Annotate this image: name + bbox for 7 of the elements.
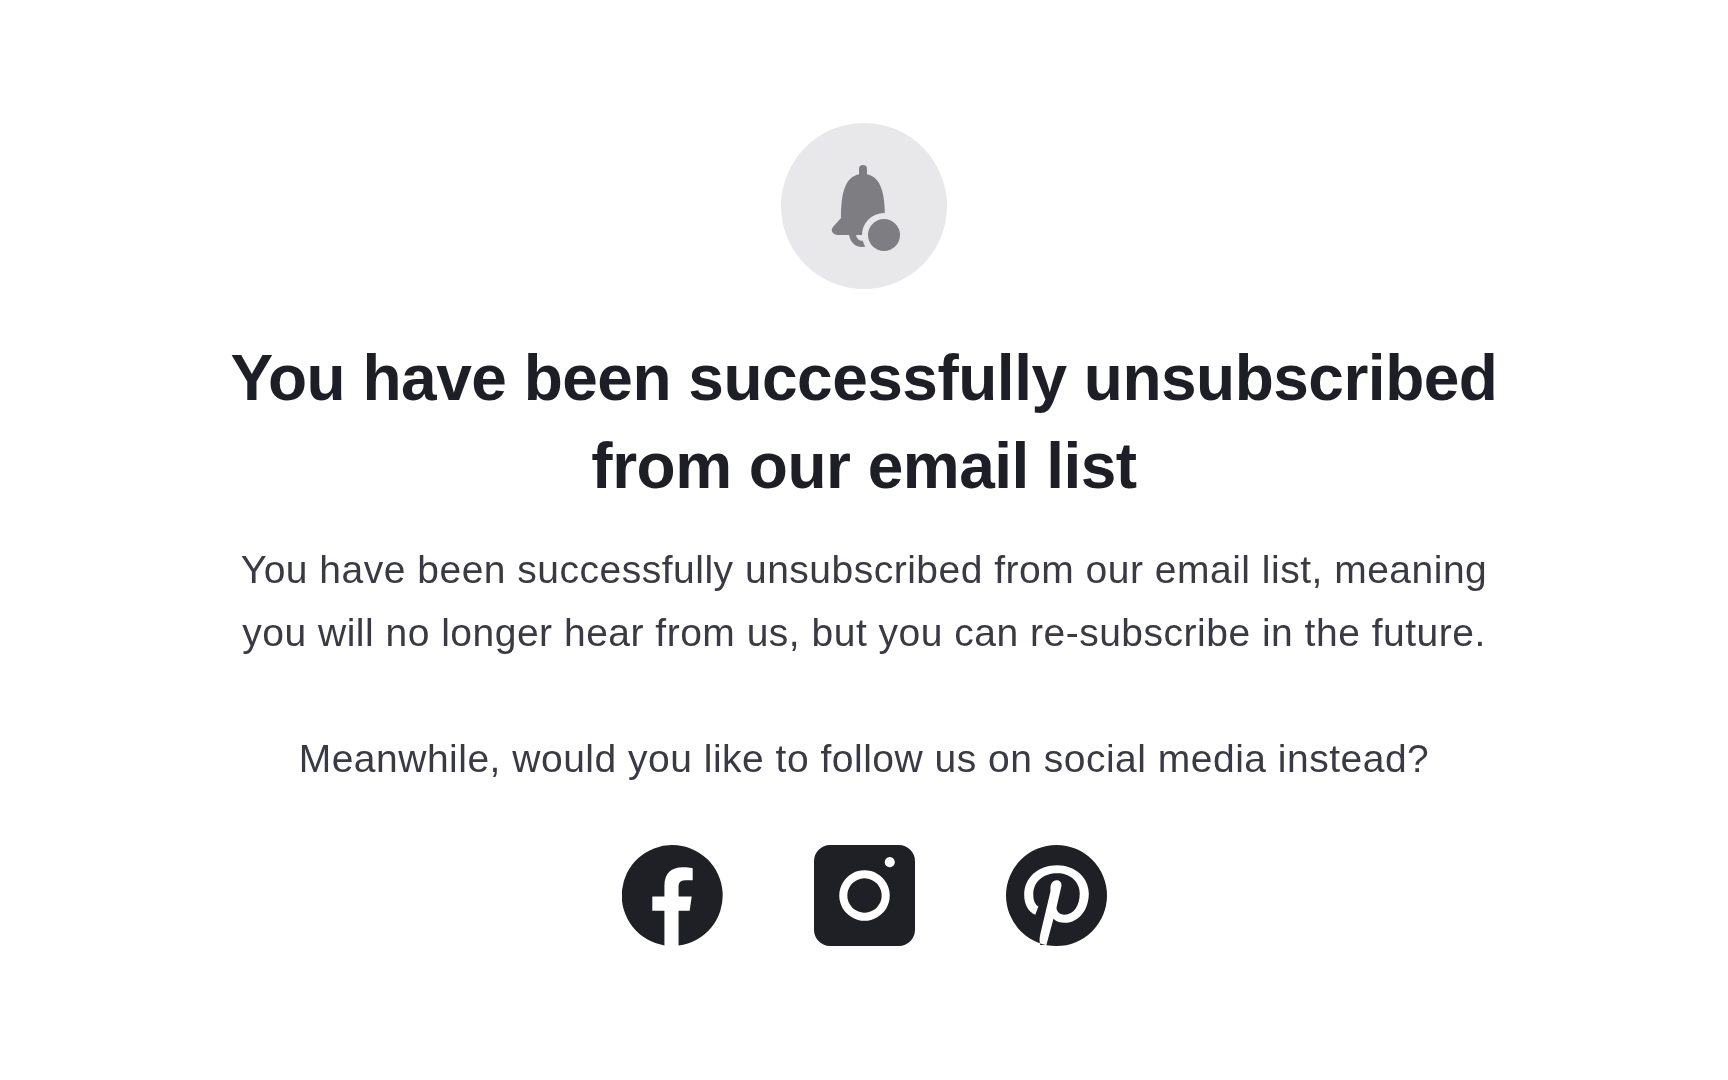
- prompt-text: Meanwhile, would you like to follow us on social media instead?: [298, 736, 1430, 782]
- message-text: You have been successfully unsubscribed from our email list, meaning you will no longer hear from us, but you can re-subscribe in the future.: [239, 547, 1489, 656]
- instagram-icon[interactable]: [813, 845, 915, 946]
- page-heading: You have been successfully unsubscribed from our email list: [229, 341, 1499, 504]
- pinterest-icon[interactable]: [1005, 845, 1107, 946]
- facebook-icon[interactable]: [621, 845, 723, 946]
- bell-icon: [781, 123, 947, 289]
